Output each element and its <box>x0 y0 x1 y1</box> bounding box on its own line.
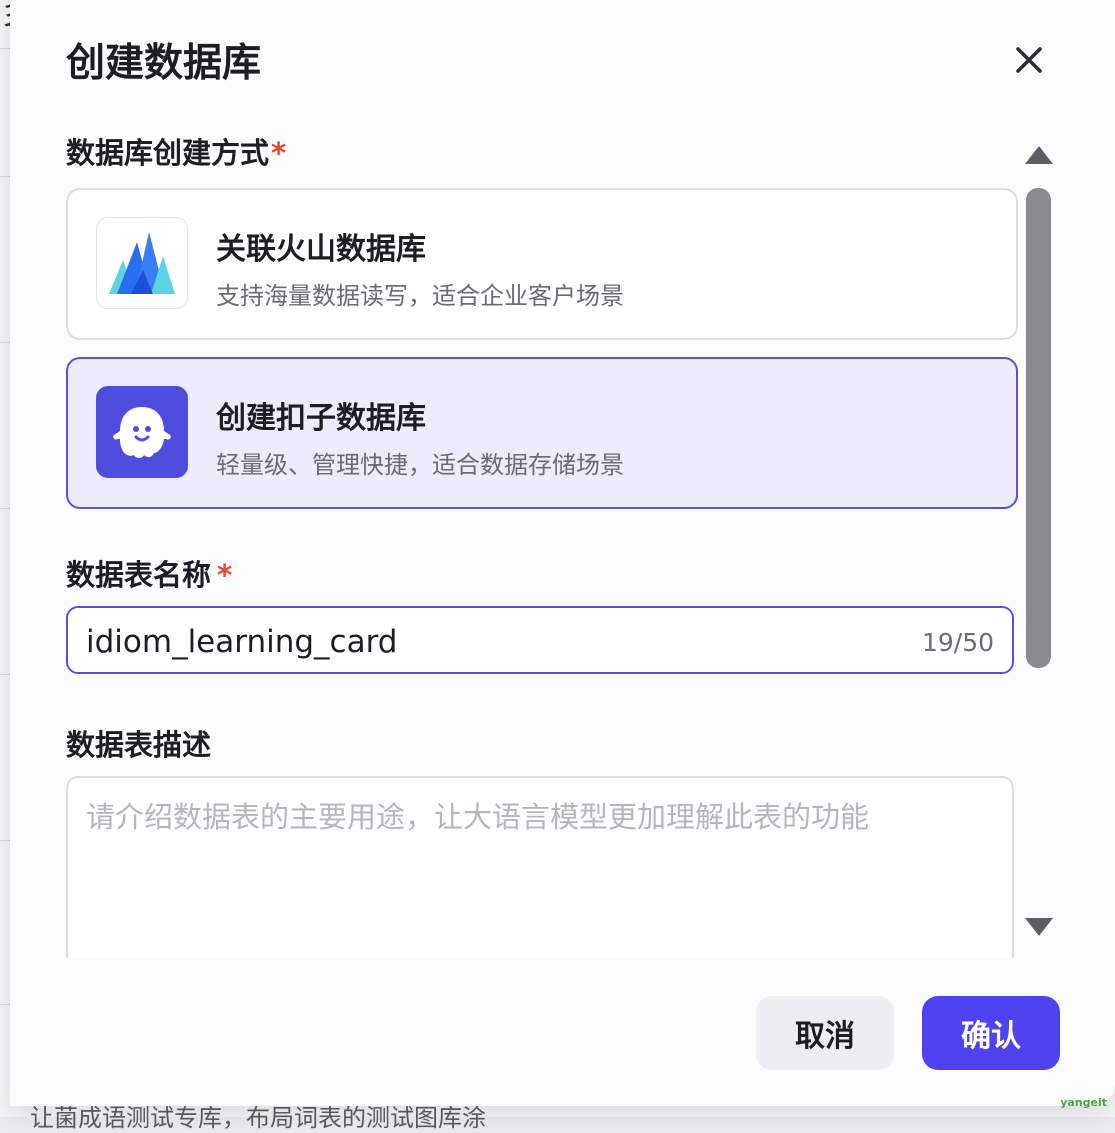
scroll-up-arrow-icon[interactable] <box>1025 146 1053 164</box>
option-coze-database[interactable]: 创建扣子数据库 轻量级、管理快捷，适合数据存储场景 <box>66 357 1018 509</box>
textarea-placeholder: 请介绍数据表的主要用途，让大语言模型更加理解此表的功能 <box>86 800 870 834</box>
creation-method-label: 数据库创建方式* <box>66 136 287 170</box>
dialog-title: 创建数据库 <box>66 41 262 86</box>
table-name-value[interactable]: idiom_learning_card <box>86 624 397 660</box>
option-title: 创建扣子数据库 <box>216 401 426 436</box>
coze-ghost-icon <box>96 386 188 478</box>
table-name-label: 数据表名称 * <box>66 558 233 592</box>
option-title: 关联火山数据库 <box>216 232 426 267</box>
option-volcano-database[interactable]: 关联火山数据库 支持海量数据读写，适合企业客户场景 <box>66 188 1018 340</box>
cancel-button[interactable]: 取消 <box>756 996 894 1070</box>
required-mark: * <box>271 136 287 170</box>
option-description: 支持海量数据读写，适合企业客户场景 <box>216 282 624 310</box>
character-counter: 19/50 <box>921 628 994 657</box>
scrollbar-thumb[interactable] <box>1026 188 1051 668</box>
create-database-dialog: 创建数据库 数据库创建方式* 关联火山数据库 支持海量数据读写，适合企业客户场景 <box>10 0 1115 1106</box>
close-icon <box>1016 47 1042 73</box>
required-mark: * <box>217 558 233 592</box>
table-name-input[interactable]: idiom_learning_card 19/50 <box>66 606 1014 674</box>
option-description: 轻量级、管理快捷，适合数据存储场景 <box>216 451 624 479</box>
scroll-down-arrow-icon[interactable] <box>1025 918 1053 936</box>
table-description-textarea[interactable]: 请介绍数据表的主要用途，让大语言模型更加理解此表的功能 <box>66 776 1014 958</box>
confirm-button[interactable]: 确认 <box>922 996 1060 1070</box>
table-description-label: 数据表描述 <box>66 728 212 762</box>
dialog-form: 数据库创建方式* 关联火山数据库 支持海量数据读写，适合企业客户场景 创建扣子数… <box>10 110 1115 958</box>
close-button[interactable] <box>1007 38 1051 82</box>
volcano-mountain-icon <box>96 217 188 309</box>
watermark: yangeit <box>1060 1096 1107 1109</box>
